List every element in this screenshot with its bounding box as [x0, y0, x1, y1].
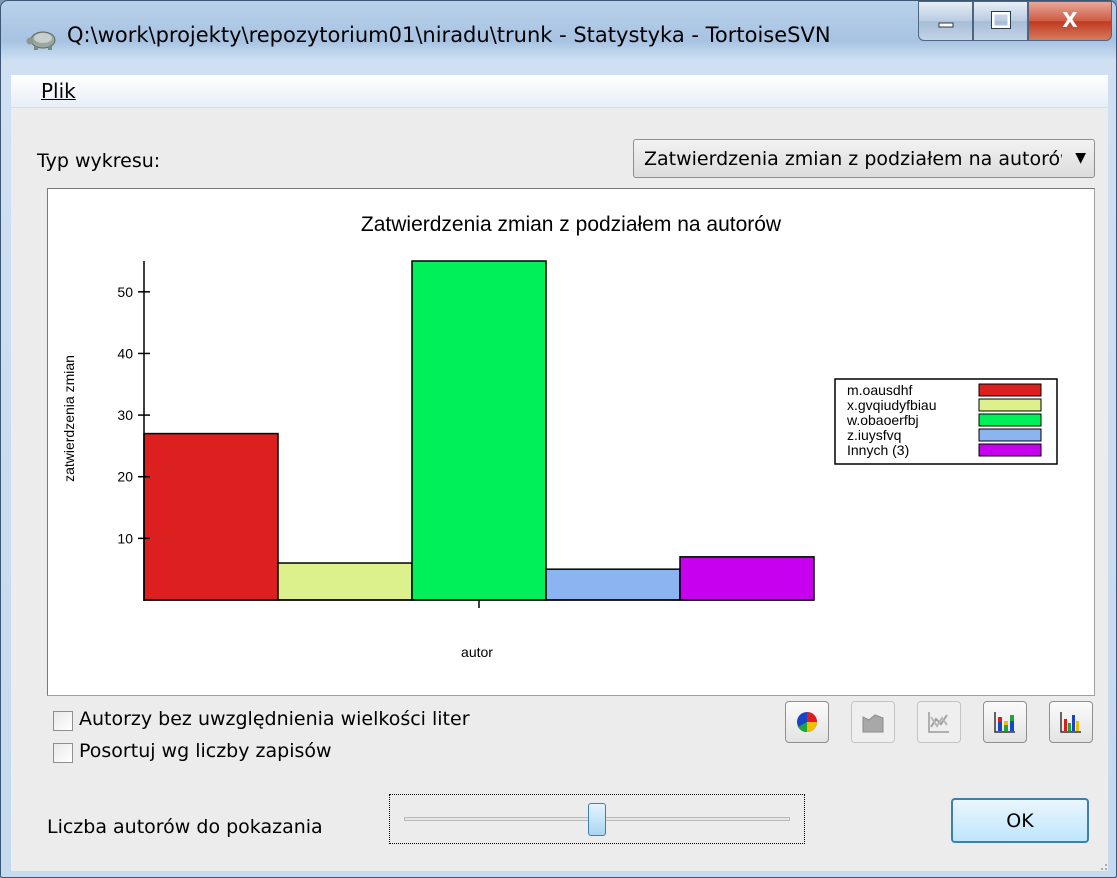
bar-5: [679, 556, 815, 601]
sort-by-commits-label: Posortuj wg liczby zapisów: [79, 740, 332, 762]
bar-2: [277, 562, 413, 601]
legend-swatch-5: [978, 443, 1042, 457]
legend-label-5: Innych (3): [847, 442, 909, 458]
stacked-bar-button[interactable]: [983, 701, 1027, 743]
bar-chart-icon: [1060, 712, 1081, 733]
graph-type-label: Typ wykresu:: [37, 150, 161, 172]
tortoisesvn-app-icon: [26, 31, 56, 50]
bar-chart-button[interactable]: [1049, 701, 1093, 743]
y-tick-label-50: 50: [117, 284, 133, 300]
x-axis-label: autor: [461, 644, 493, 660]
maximize-icon: [991, 11, 1011, 29]
maximize-button[interactable]: [973, 1, 1028, 41]
menu-bar: Plik: [11, 75, 1108, 108]
resize-grip-icon[interactable]: [1096, 859, 1108, 871]
y-tick-label-10: 10: [117, 530, 133, 546]
area-chart-icon: [862, 714, 884, 733]
chevron-down-icon: ▼: [1075, 150, 1086, 166]
stacked-area-button[interactable]: [851, 701, 895, 743]
case-insensitive-checkbox[interactable]: [53, 711, 73, 731]
legend-swatch-4: [978, 428, 1042, 442]
legend-swatch-3: [978, 413, 1042, 427]
slider-thumb[interactable]: [588, 803, 606, 836]
title-bar[interactable]: Q:\work\projekty\repozytorium01\niradu\t…: [1, 1, 1116, 75]
pie-chart-icon: [797, 712, 817, 733]
ok-button[interactable]: OK: [951, 798, 1089, 843]
line-chart-button[interactable]: [917, 701, 961, 743]
y-axis-label: zatwierdzenia zmian: [61, 355, 77, 482]
minimize-button[interactable]: [918, 1, 973, 41]
stacked-bar-icon: [994, 712, 1015, 733]
dialog-client-area: Typ wykresu: Zatwierdzenia zmian z podzi…: [11, 108, 1108, 871]
legend-label-2: x.gvqiudyfbiau: [847, 397, 937, 413]
case-insensitive-label: Autorzy bez uwzględnienia wielkości lite…: [79, 708, 470, 730]
line-chart-icon: [928, 712, 949, 733]
authors-count-slider[interactable]: [389, 794, 805, 844]
graph-type-selected-value: Zatwierdzenia zmian z podziałem na autor…: [644, 148, 1062, 170]
minimize-icon: [938, 22, 954, 28]
bar-1: [143, 432, 279, 601]
sort-by-commits-checkbox[interactable]: [53, 743, 73, 763]
y-tick-label-20: 20: [117, 469, 133, 485]
legend-label-3: w.obaoerfbj: [846, 412, 919, 428]
authors-count-label: Liczba autorów do pokazania: [47, 816, 323, 838]
chart-title: Zatwierdzenia zmian z podziałem na autor…: [361, 213, 782, 236]
graph-type-dropdown[interactable]: Zatwierdzenia zmian z podziałem na autor…: [633, 139, 1095, 178]
bar-chart: Zatwierdzenia zmian z podziałem na autor…: [61, 213, 1058, 660]
chart-panel: Zatwierdzenia zmian z podziałem na autor…: [47, 188, 1095, 696]
close-icon: X: [1062, 8, 1078, 32]
legend-swatch-2: [978, 398, 1042, 412]
window-title: Q:\work\projekty\repozytorium01\niradu\t…: [67, 23, 831, 47]
close-button[interactable]: X: [1028, 1, 1112, 41]
legend-swatch-1: [978, 383, 1042, 397]
legend-label-4: z.iuysfvq: [847, 427, 901, 443]
y-tick-label-40: 40: [117, 345, 133, 361]
pie-chart-button[interactable]: [785, 701, 829, 743]
y-tick-label-30: 30: [117, 407, 133, 423]
legend-label-1: m.oausdhf: [847, 382, 912, 398]
bar-4: [545, 568, 681, 601]
menu-plik[interactable]: Plik: [41, 79, 76, 103]
statistics-window: Q:\work\projekty\repozytorium01\niradu\t…: [0, 0, 1117, 878]
bar-3: [411, 260, 547, 601]
